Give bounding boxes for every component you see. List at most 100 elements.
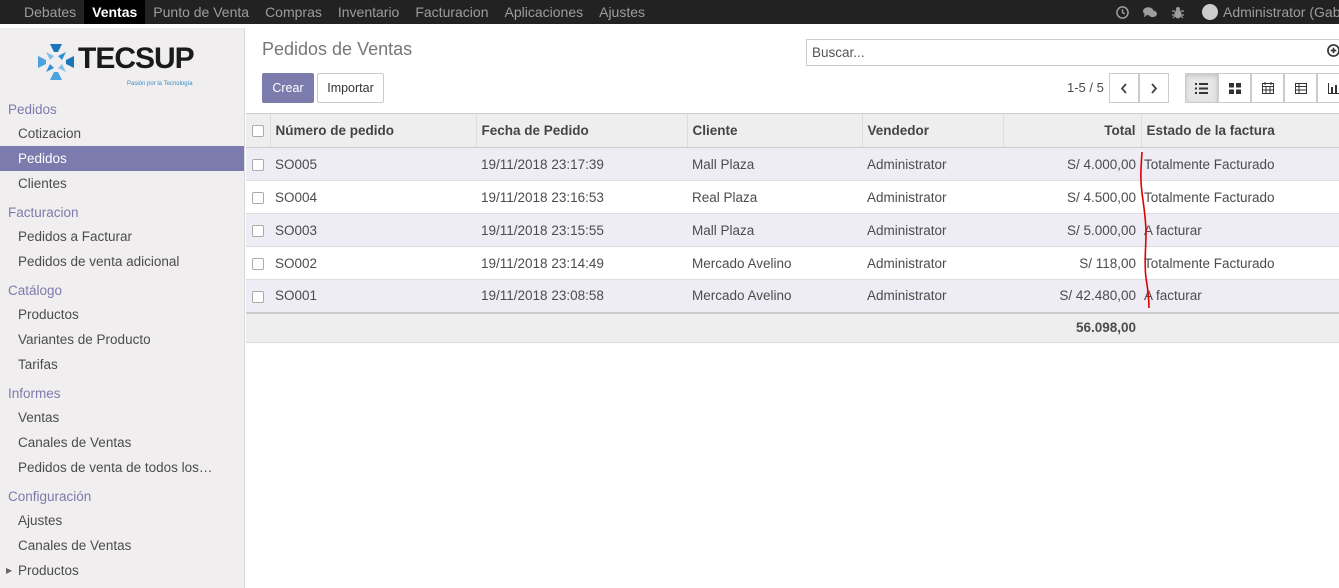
- sidebar-item-label: Clientes: [18, 176, 67, 191]
- user-menu[interactable]: Administrator (Gabb: [1223, 4, 1339, 20]
- sidebar-item-pedidos[interactable]: Pedidos: [0, 146, 244, 171]
- column-header-invoice-status[interactable]: Estado de la factura: [1140, 113, 1339, 148]
- sidebar-item-ventas[interactable]: Ventas: [0, 405, 244, 430]
- pager-next-button[interactable]: [1139, 73, 1169, 103]
- menu-ventas[interactable]: Ventas: [84, 0, 146, 24]
- cell-customer: Mall Plaza: [687, 213, 862, 247]
- cell-order-number: SO003: [270, 213, 476, 247]
- column-header-order-date[interactable]: Fecha de Pedido: [475, 113, 687, 148]
- sidebar-item-productos[interactable]: Productos: [0, 302, 244, 327]
- cell-order-date: 19/11/2018 23:17:39: [476, 147, 687, 181]
- table-header-row: Número de pedido Fecha de Pedido Cliente…: [246, 113, 1339, 148]
- kanban-view-button[interactable]: [1218, 73, 1251, 103]
- systray: Administrator (Gabb: [1108, 0, 1339, 24]
- cell-invoice-status: Totalmente Facturado: [1141, 147, 1339, 181]
- cell-salesperson: Administrator: [862, 180, 1003, 214]
- table-icon: [1294, 82, 1307, 94]
- menu-inventario[interactable]: Inventario: [330, 0, 407, 24]
- caret-right-icon: ▶: [6, 566, 13, 575]
- graph-view-button[interactable]: [1317, 73, 1339, 103]
- cell-invoice-status: Totalmente Facturado: [1141, 246, 1339, 280]
- search-input[interactable]: [806, 39, 1339, 66]
- row-checkbox[interactable]: [246, 279, 270, 313]
- sidebar-item-canales-de-ventas[interactable]: Canales de Ventas: [0, 533, 244, 558]
- sidebar-item-productos[interactable]: ▶ Productos: [0, 558, 244, 583]
- cell-total: S/ 4.000,00: [1003, 147, 1141, 181]
- sidebar-item-pedidos-a-facturar[interactable]: Pedidos a Facturar: [0, 224, 244, 249]
- cell-order-number: SO001: [270, 279, 476, 313]
- pager-value[interactable]: 1-5 / 5: [1067, 80, 1104, 95]
- sidebar-item-label: Pedidos: [18, 151, 67, 166]
- sidebar-item-ajustes[interactable]: Ajustes: [0, 508, 244, 533]
- pivot-view-button[interactable]: [1284, 73, 1317, 103]
- pager-previous-button[interactable]: [1109, 73, 1139, 103]
- sidebar-item-label: Cotizacion: [18, 126, 82, 141]
- menu-compras[interactable]: Compras: [257, 0, 330, 24]
- sidebar-item-label: Productos: [18, 563, 79, 578]
- sidebar-item-canales-de-ventas[interactable]: Canales de Ventas: [0, 430, 244, 455]
- cell-order-date: 19/11/2018 23:15:55: [476, 213, 687, 247]
- sidebar-section-informes: Informes: [8, 386, 61, 401]
- cell-total: S/ 42.480,00: [1003, 279, 1141, 313]
- bug-icon[interactable]: [1171, 5, 1185, 19]
- top-navbar: Debates Ventas Punto de Venta Compras In…: [0, 0, 1339, 24]
- row-checkbox[interactable]: [246, 180, 270, 214]
- sidebar-item-clientes[interactable]: Clientes: [0, 171, 244, 196]
- sidebar-item-label: Productos: [18, 307, 79, 322]
- sidebar-item-label: Variantes de Producto: [18, 332, 151, 347]
- list-icon: [1195, 82, 1208, 94]
- menu-debates[interactable]: Debates: [0, 0, 84, 24]
- calendar-view-button[interactable]: [1251, 73, 1284, 103]
- company-logo[interactable]: TECSUP Pasión por la Tecnología: [0, 28, 244, 98]
- menu-ajustes[interactable]: Ajustes: [591, 0, 653, 24]
- menu-facturacion[interactable]: Facturacion: [407, 0, 496, 24]
- row-checkbox[interactable]: [246, 147, 270, 181]
- column-header-salesperson[interactable]: Vendedor: [861, 113, 1003, 148]
- kanban-icon: [1228, 82, 1241, 94]
- menu-aplicaciones[interactable]: Aplicaciones: [497, 0, 592, 24]
- list-view-button[interactable]: [1185, 73, 1218, 103]
- menu-punto-de-venta[interactable]: Punto de Venta: [145, 0, 257, 24]
- orders-table: Número de pedido Fecha de Pedido Cliente…: [246, 113, 1339, 343]
- sidebar-item-pedidos-de-venta-adicional[interactable]: Pedidos de venta adicional: [0, 249, 244, 274]
- clock-icon[interactable]: [1115, 5, 1129, 19]
- row-checkbox[interactable]: [246, 246, 270, 280]
- sidebar-item-label: Pedidos a Facturar: [18, 229, 133, 244]
- sidebar-item-tarifas[interactable]: Tarifas: [0, 352, 244, 377]
- select-all-checkbox[interactable]: [246, 113, 270, 148]
- row-checkbox[interactable]: [246, 213, 270, 247]
- sidebar-item-pedidos-de-venta-de-todos-los[interactable]: Pedidos de venta de todos los…: [0, 455, 244, 480]
- table-row[interactable]: SO002 19/11/2018 23:14:49 Mercado Avelino A…: [246, 246, 1339, 280]
- column-header-order-number[interactable]: Número de pedido: [269, 113, 476, 148]
- sidebar-item-label: Tarifas: [18, 357, 58, 372]
- cell-invoice-status: Totalmente Facturado: [1141, 180, 1339, 214]
- cell-customer: Mall Plaza: [687, 147, 862, 181]
- search-options-icon[interactable]: [1327, 44, 1339, 58]
- cell-order-date: 19/11/2018 23:14:49: [476, 246, 687, 280]
- cell-customer: Real Plaza: [687, 180, 862, 214]
- table-row[interactable]: SO005 19/11/2018 23:17:39 Mall Plaza Admini…: [246, 147, 1339, 181]
- cell-salesperson: Administrator: [862, 213, 1003, 247]
- sidebar-item-cotizacion[interactable]: Cotizacion: [0, 121, 244, 146]
- sidebar-item-label: Canales de Ventas: [18, 538, 132, 553]
- table-row[interactable]: SO003 19/11/2018 23:15:55 Mall Plaza Admini…: [246, 213, 1339, 247]
- cell-salesperson: Administrator: [862, 279, 1003, 313]
- sidebar-section-catalogo: Catálogo: [8, 283, 63, 298]
- column-header-customer[interactable]: Cliente: [686, 113, 862, 148]
- sidebar-item-variantes-de-producto[interactable]: Variantes de Producto: [0, 327, 244, 352]
- table-row[interactable]: SO001 19/11/2018 23:08:58 Mercado Avelino A…: [246, 279, 1339, 313]
- chevron-left-icon: [1120, 82, 1127, 94]
- import-button[interactable]: Importar: [317, 73, 384, 103]
- avatar[interactable]: [1202, 4, 1218, 20]
- cell-order-number: SO002: [270, 246, 476, 280]
- create-button[interactable]: Crear: [262, 73, 314, 103]
- cell-invoice-status: A facturar: [1141, 213, 1339, 247]
- cell-total: S/ 118,00: [1003, 246, 1141, 280]
- column-header-total[interactable]: Total: [1002, 113, 1141, 148]
- app-menu: Debates Ventas Punto de Venta Compras In…: [0, 0, 653, 24]
- bar-chart-icon: [1327, 82, 1339, 94]
- table-row[interactable]: SO004 19/11/2018 23:16:53 Real Plaza Admini…: [246, 180, 1339, 214]
- logo-text: TECSUP: [78, 42, 195, 75]
- chat-icon[interactable]: [1143, 5, 1157, 19]
- page-title: Pedidos de Ventas: [262, 39, 413, 59]
